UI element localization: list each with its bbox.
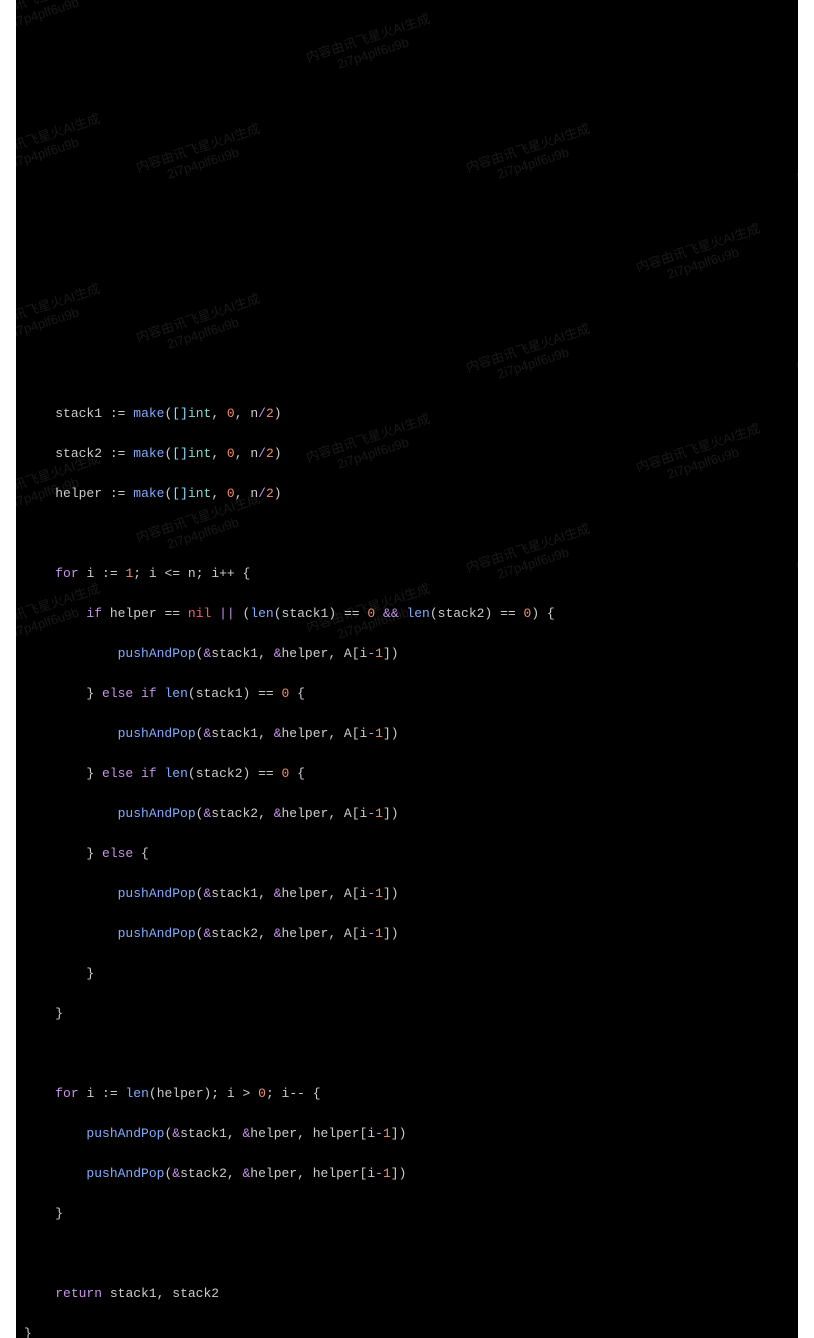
code-line: } else if len(stack2) == 0 {: [24, 764, 790, 784]
code-line: pushAndPop(&stack2, &helper, A[i-1]): [24, 924, 790, 944]
code-line: }: [24, 1204, 790, 1224]
code-line: } else if len(stack1) == 0 {: [24, 684, 790, 704]
code-line: }: [24, 1004, 790, 1024]
code-line: stack2 := make([]int, 0, n/2): [24, 444, 790, 464]
code-line: if helper == nil || (len(stack1) == 0 &&…: [24, 604, 790, 624]
code-line: stack1 := make([]int, 0, n/2): [24, 404, 790, 424]
watermark: 内容由讯飞星火AI生成2i7p4plf6u9b: [634, 221, 767, 291]
code-line: pushAndPop(&stack2, &helper, helper[i-1]…: [24, 1164, 790, 1184]
watermark: 内容由讯飞星火AI生成2i7p4plf6u9b: [134, 121, 267, 191]
code-line: } else {: [24, 844, 790, 864]
code-block: 内容由讯飞星火AI生成2i7p4plf6u9b 内容由讯飞星火AI生成2i7p4…: [16, 0, 798, 1338]
watermark: 内容由讯飞星火AI生成2i7p4plf6u9b: [464, 121, 597, 191]
watermark: 内容由讯飞星火AI生成2i7p4plf6u9b: [16, 111, 107, 181]
code-line: [24, 1044, 790, 1064]
watermark: 内容由讯飞星火AI生成2i7p4plf6u9b: [16, 0, 107, 41]
code-line: pushAndPop(&stack1, &helper, A[i-1]): [24, 884, 790, 904]
watermark: 内容由讯飞星火AI生成2i7p4plf6u9b: [794, 131, 798, 201]
watermark: 内容由讯飞星火AI生成2i7p4plf6u9b: [794, 321, 798, 391]
watermark: 内容由讯飞星火AI生成2i7p4plf6u9b: [464, 321, 597, 391]
watermark: 内容由讯飞星火AI生成2i7p4plf6u9b: [304, 11, 437, 81]
code-line: for i := len(helper); i > 0; i-- {: [24, 1084, 790, 1104]
code-line: [24, 1244, 790, 1264]
watermark: 内容由讯飞星火AI生成2i7p4plf6u9b: [794, 521, 798, 591]
code-line: [24, 524, 790, 544]
code-line: for i := 1; i <= n; i++ {: [24, 564, 790, 584]
watermark: 内容由讯飞星火AI生成2i7p4plf6u9b: [16, 281, 107, 351]
code-line: }: [24, 1324, 790, 1338]
code-line: }: [24, 964, 790, 984]
code-line: pushAndPop(&stack1, &helper, A[i-1]): [24, 724, 790, 744]
code-line: pushAndPop(&stack1, &helper, helper[i-1]…: [24, 1124, 790, 1144]
code-line: pushAndPop(&stack2, &helper, A[i-1]): [24, 804, 790, 824]
watermark: 内容由讯飞星火AI生成2i7p4plf6u9b: [134, 291, 267, 361]
code-line: pushAndPop(&stack1, &helper, A[i-1]): [24, 644, 790, 664]
code-line: helper := make([]int, 0, n/2): [24, 484, 790, 504]
code-line: return stack1, stack2: [24, 1284, 790, 1304]
